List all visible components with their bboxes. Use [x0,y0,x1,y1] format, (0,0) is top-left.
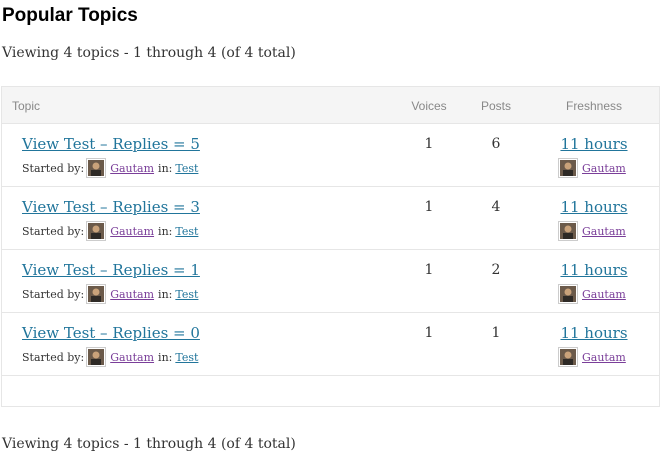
last-poster: Gautam [558,221,630,241]
in-label: in: [158,287,173,301]
author-link[interactable]: Gautam [110,225,154,238]
table-footer [2,376,659,406]
voices-count: 1 [424,199,434,215]
topic-meta: Started by: Gautam in: Test [22,221,198,241]
topic-title-link[interactable]: View Test – Replies = 5 [22,135,200,153]
forum-link[interactable]: Test [175,162,198,175]
forum-link[interactable]: Test [175,288,198,301]
last-poster: Gautam [558,158,630,178]
user-avatar-icon[interactable] [558,221,578,241]
in-label: in: [158,161,173,175]
user-avatar-icon[interactable] [86,221,107,241]
last-poster: Gautam [558,284,630,304]
started-by-label: Started by: [22,161,85,175]
voices-count: 1 [424,262,434,278]
forum-link[interactable]: Test [175,351,198,364]
topics-table: Topic Voices Posts Freshness View Test –… [1,86,660,407]
topic-title-link[interactable]: View Test – Replies = 3 [22,198,200,216]
header-posts: Posts [480,99,511,113]
author-link[interactable]: Gautam [110,288,154,301]
freshness-link[interactable]: 11 hours [543,324,645,342]
freshness-link[interactable]: 11 hours [543,135,645,153]
author-link[interactable]: Gautam [110,351,154,364]
user-avatar-icon[interactable] [86,158,107,178]
topic-row: View Test – Replies = 1 Started by: Gaut… [2,250,659,313]
pagination-count-top: Viewing 4 topics - 1 through 4 (of 4 tot… [2,45,296,61]
posts-count: 1 [491,325,501,341]
last-author-link[interactable]: Gautam [582,288,626,301]
last-author-link[interactable]: Gautam [582,162,626,175]
last-author-link[interactable]: Gautam [582,225,626,238]
posts-count: 4 [491,199,501,215]
user-avatar-icon[interactable] [86,284,107,304]
topic-title-link[interactable]: View Test – Replies = 0 [22,324,200,342]
table-header: Topic Voices Posts Freshness [2,87,659,124]
user-avatar-icon[interactable] [558,284,578,304]
page-title: Popular Topics [2,5,138,26]
posts-count: 2 [491,262,501,278]
last-poster: Gautam [558,347,630,367]
topic-row: View Test – Replies = 3 Started by: Gaut… [2,187,659,250]
header-freshness: Freshness [565,99,623,113]
freshness-link[interactable]: 11 hours [543,261,645,279]
topic-meta: Started by: Gautam in: Test [22,284,198,304]
topic-row: View Test – Replies = 5 Started by: Gaut… [2,124,659,187]
started-by-label: Started by: [22,287,85,301]
header-voices: Voices [411,99,447,113]
pagination-count-bottom: Viewing 4 topics - 1 through 4 (of 4 tot… [2,436,296,452]
forum-link[interactable]: Test [175,225,198,238]
in-label: in: [158,224,173,238]
user-avatar-icon[interactable] [558,347,578,367]
voices-count: 1 [424,325,434,341]
topic-meta: Started by: Gautam in: Test [22,347,198,367]
user-avatar-icon[interactable] [558,158,578,178]
started-by-label: Started by: [22,224,85,238]
author-link[interactable]: Gautam [110,162,154,175]
topic-title-link[interactable]: View Test – Replies = 1 [22,261,200,279]
last-author-link[interactable]: Gautam [582,351,626,364]
started-by-label: Started by: [22,350,85,364]
topic-row: View Test – Replies = 0 Started by: Gaut… [2,313,659,376]
header-topic: Topic [12,99,41,113]
in-label: in: [158,350,173,364]
freshness-link[interactable]: 11 hours [543,198,645,216]
user-avatar-icon[interactable] [86,347,107,367]
posts-count: 6 [491,136,501,152]
topic-meta: Started by: Gautam in: Test [22,158,198,178]
voices-count: 1 [424,136,434,152]
